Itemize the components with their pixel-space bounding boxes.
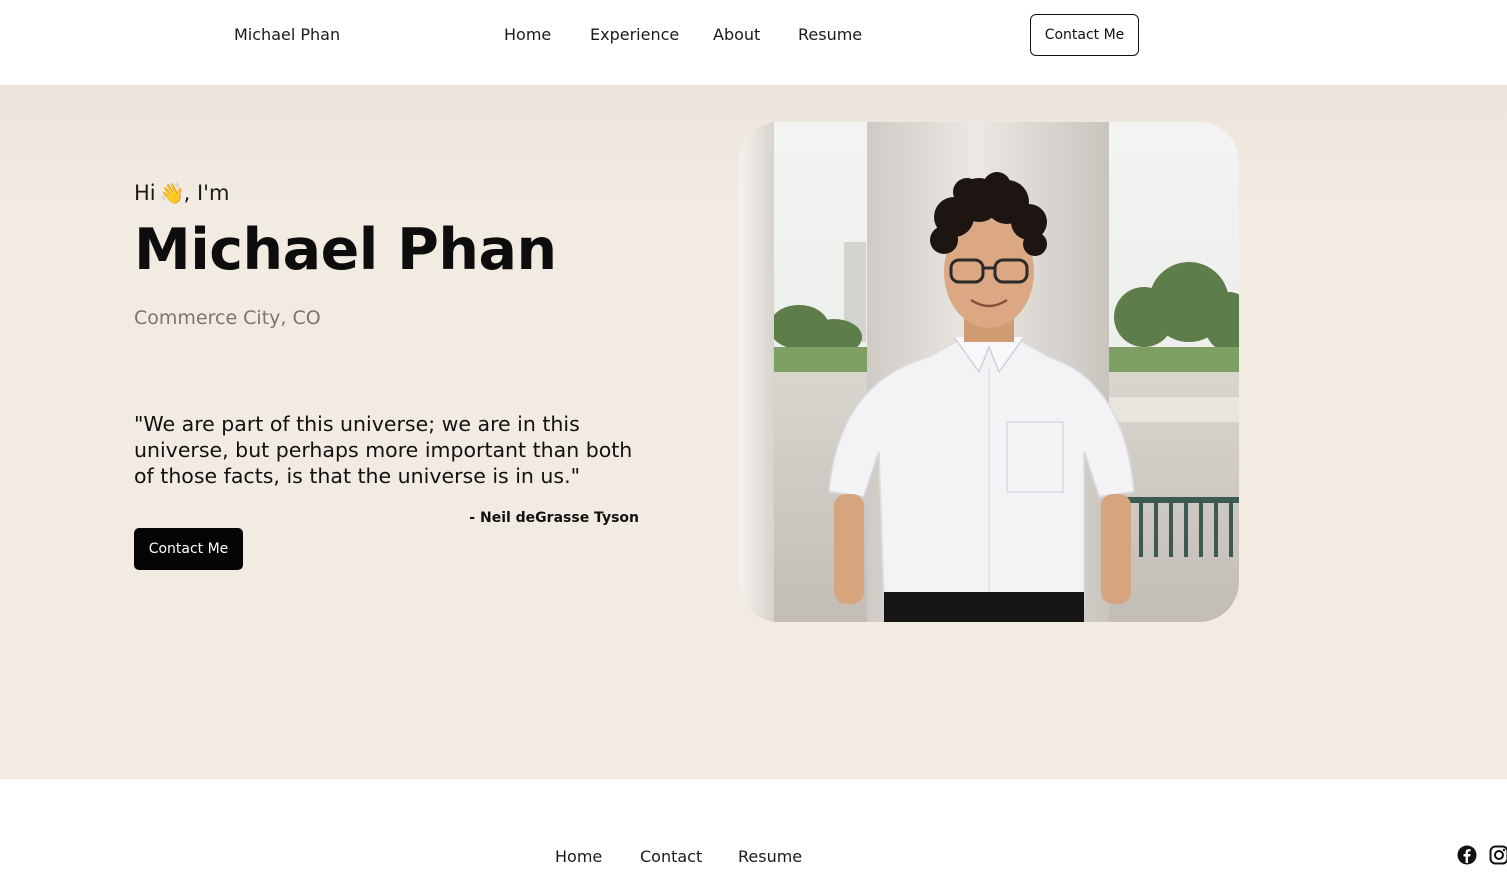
profile-photo (739, 122, 1239, 622)
greeting-suffix: , I'm (183, 181, 230, 205)
footer: Home Contact Resume (0, 779, 1507, 887)
hero-section: Hi 👋 , I'm Michael Phan Commerce City, C… (0, 85, 1507, 779)
navbar: Michael Phan Home Experience About Resum… (0, 0, 1507, 85)
hero-greeting: Hi 👋 , I'm (134, 181, 229, 205)
hero-name: Michael Phan (134, 217, 557, 283)
nav-link-resume[interactable]: Resume (798, 25, 862, 44)
hero-location: Commerce City, CO (134, 307, 321, 329)
hero-contact-button[interactable]: Contact Me (134, 528, 243, 570)
instagram-icon[interactable] (1489, 845, 1507, 865)
profile-photo-illustration (739, 122, 1239, 622)
nav-link-experience[interactable]: Experience (590, 25, 679, 44)
nav-link-home[interactable]: Home (504, 25, 551, 44)
footer-link-contact[interactable]: Contact (640, 847, 702, 866)
nav-contact-button[interactable]: Contact Me (1030, 14, 1139, 56)
hero-quote: "We are part of this universe; we are in… (134, 412, 633, 488)
quote-author: - Neil deGrasse Tyson (469, 510, 639, 526)
footer-link-resume[interactable]: Resume (738, 847, 802, 866)
greeting-prefix: Hi (134, 181, 156, 205)
nav-link-about[interactable]: About (713, 25, 760, 44)
brand-link[interactable]: Michael Phan (234, 25, 340, 44)
facebook-icon[interactable] (1457, 845, 1477, 865)
wave-hand-icon: 👋 (159, 181, 185, 205)
footer-link-home[interactable]: Home (555, 847, 602, 866)
